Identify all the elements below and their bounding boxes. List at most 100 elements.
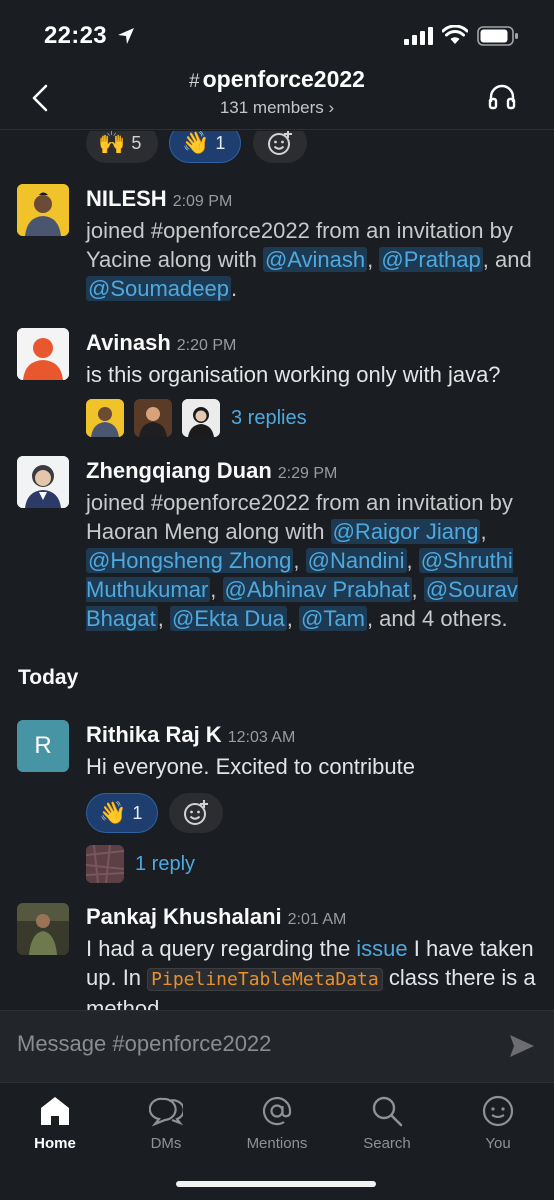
signal-icon <box>404 27 433 45</box>
tab-mentions[interactable]: Mentions <box>227 1091 327 1152</box>
thread-replies-link[interactable]: 3 replies <box>231 407 307 430</box>
search-icon <box>372 1096 403 1127</box>
add-reaction-button[interactable] <box>169 793 223 833</box>
wifi-icon <box>442 25 468 44</box>
avatar-avinash[interactable] <box>17 328 69 380</box>
message-text: , <box>210 577 223 602</box>
location-arrow-icon <box>118 28 134 44</box>
message-author[interactable]: Zhengqiang Duan 2:29 PM <box>86 458 337 484</box>
message-text: , <box>286 606 300 631</box>
message-body: joined #openforce2022 from an invitation… <box>86 216 541 303</box>
message-text: , and 4 others. <box>366 606 508 631</box>
message-body: joined #openforce2022 from an invitation… <box>86 488 541 633</box>
tab-label: Mentions <box>246 1135 308 1152</box>
status-bar: 22:23 <box>0 0 554 66</box>
home-indicator <box>176 1181 376 1187</box>
person-photo-icon <box>17 184 69 236</box>
message-author[interactable]: Pankaj Khushalani 2:01 AM <box>86 904 346 930</box>
message-text: . <box>230 276 238 301</box>
message-body: is this organisation working only with j… <box>86 362 501 387</box>
issue-link[interactable]: issue <box>356 936 407 961</box>
mentions-icon <box>262 1096 292 1126</box>
mention-link[interactable]: @Tam <box>299 606 367 631</box>
tab-home[interactable]: Home <box>5 1091 105 1152</box>
tab-search[interactable]: Search <box>337 1091 437 1152</box>
reaction-wave[interactable]: 👋 1 <box>86 793 158 833</box>
message-text: , and <box>482 247 532 272</box>
reaction-count: 5 <box>131 132 142 153</box>
author-name: Avinash <box>86 330 171 355</box>
add-reaction-button[interactable] <box>253 131 307 163</box>
members-count-link[interactable]: 131 members › <box>0 98 554 118</box>
you-icon <box>482 1095 514 1127</box>
reply-avatar <box>134 399 172 437</box>
avatar-nilesh[interactable] <box>17 184 69 236</box>
raised-hands-emoji: 🙌 <box>98 131 126 155</box>
message-list[interactable]: 🙌 5 👋 1 NILESH 2:09 PM joined #openforce2… <box>0 131 554 1011</box>
tab-label: You <box>485 1135 511 1152</box>
message-time: 2:20 PM <box>176 337 237 354</box>
message-body: Hi everyone. Excited to contribute <box>86 754 415 779</box>
avatar-zhengqiang-duan[interactable] <box>17 456 69 508</box>
person-photo-icon <box>17 903 69 955</box>
message-time: 2:29 PM <box>277 465 338 482</box>
reply-avatar <box>182 399 220 437</box>
default-avatar-icon <box>17 328 69 380</box>
mention-link[interactable]: @Avinash <box>262 247 368 272</box>
channel-title[interactable]: # openforce2022 <box>0 66 554 93</box>
tab-label: DMs <box>150 1135 182 1152</box>
avatar-letter: R <box>34 732 52 759</box>
day-divider: Today <box>18 666 79 689</box>
reply-avatar <box>86 399 124 437</box>
message-text: I had a query regarding the <box>86 936 357 961</box>
message-time: 12:03 AM <box>227 729 296 746</box>
send-icon[interactable] <box>508 1033 536 1059</box>
wave-emoji: 👋 <box>99 800 127 825</box>
person-photo-icon <box>134 399 172 437</box>
textured-avatar-icon <box>86 845 124 883</box>
person-photo-icon <box>86 399 124 437</box>
headphones-icon[interactable] <box>488 84 516 110</box>
mention-link[interactable]: @Raigor Jiang <box>330 519 481 544</box>
message-text: , <box>411 577 424 602</box>
message-text: , <box>293 548 306 573</box>
tab-you[interactable]: You <box>448 1091 548 1152</box>
mention-link[interactable]: @Hongsheng Zhong <box>86 548 294 573</box>
person-photo-icon <box>17 456 69 508</box>
reaction-count: 1 <box>132 802 143 823</box>
tab-label: Home <box>34 1135 76 1152</box>
message-text: , <box>157 606 170 631</box>
status-time: 22:23 <box>44 22 107 49</box>
tab-label: Search <box>363 1135 411 1152</box>
reply-avatar <box>86 845 124 883</box>
mention-link[interactable]: @Ekta Dua <box>169 606 287 631</box>
message-input[interactable]: Message #openforce2022 <box>17 1031 271 1057</box>
avatar-pankaj[interactable] <box>17 903 69 955</box>
mention-link[interactable]: @Nandini <box>305 548 407 573</box>
reaction-count: 1 <box>215 132 226 153</box>
avatar-rithika[interactable]: R <box>17 720 69 772</box>
mention-link[interactable]: @Prathap <box>379 247 483 272</box>
wave-emoji: 👋 <box>182 131 210 155</box>
message-composer[interactable]: Message #openforce2022 <box>0 1010 554 1082</box>
author-name: Rithika Raj K <box>86 722 222 747</box>
thread-replies-link[interactable]: 1 reply <box>135 853 195 876</box>
mention-link[interactable]: @Abhinav Prabhat <box>222 577 412 602</box>
channel-hash: # <box>189 71 200 92</box>
message-body: I had a query regarding the issue I have… <box>86 934 541 1011</box>
message-text: , <box>406 548 419 573</box>
tab-dms[interactable]: DMs <box>116 1091 216 1152</box>
person-photo-icon <box>182 399 220 437</box>
reaction-raised-hands[interactable]: 🙌 5 <box>86 131 158 163</box>
mention-link[interactable]: @Soumadeep <box>86 276 231 301</box>
author-name: Zhengqiang Duan <box>86 458 272 483</box>
message-time: 2:01 AM <box>287 911 347 928</box>
message-author[interactable]: NILESH 2:09 PM <box>86 186 232 212</box>
message-text: , <box>367 247 380 272</box>
reaction-wave[interactable]: 👋 1 <box>169 131 241 163</box>
message-text: , <box>480 519 487 544</box>
channel-header: # openforce2022 131 members › <box>0 62 554 130</box>
message-author[interactable]: Rithika Raj K 12:03 AM <box>86 722 295 748</box>
message-time: 2:09 PM <box>172 193 233 210</box>
message-author[interactable]: Avinash 2:20 PM <box>86 330 236 356</box>
